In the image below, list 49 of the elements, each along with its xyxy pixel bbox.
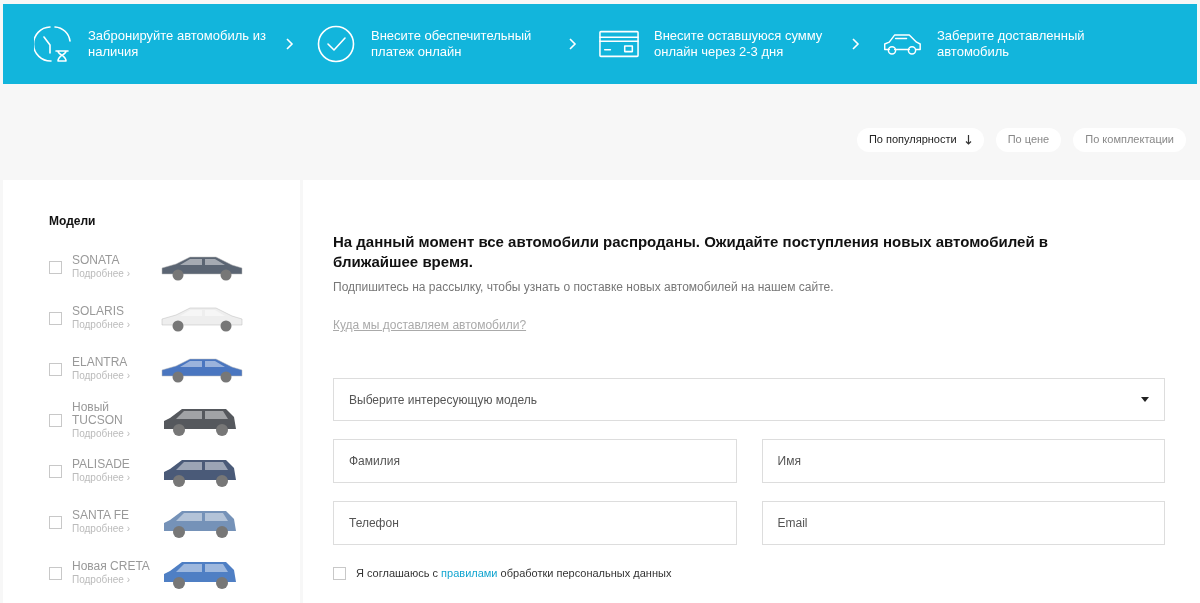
consent-text: Я соглашаюсь с правилами обработки персональных данных [356, 566, 672, 581]
details-link[interactable]: Подробнее › [72, 573, 160, 587]
model-checkbox[interactable] [49, 516, 62, 529]
details-link[interactable]: Подробнее › [72, 471, 160, 485]
model-name: SONATA [72, 254, 121, 267]
model-name: SANTA FE [72, 509, 131, 522]
arrow-down-icon [964, 134, 972, 145]
input-field[interactable]: Имя [761, 439, 1165, 483]
chevron-right-icon [286, 38, 294, 50]
step-text: Заберите доставленный автомобиль [937, 28, 1086, 60]
details-link[interactable]: Подробнее › [72, 426, 160, 441]
details-link[interactable]: Подробнее › [72, 369, 160, 383]
model-name: PALISADE [72, 458, 131, 471]
subtitle: Подпишитесь на рассылку, чтобы узнать о поставке новых автомобилей на нашем сайте. [333, 279, 835, 296]
chevron-right-icon [852, 38, 860, 50]
step-text: Внесите обеспечительный платеж онлайн [371, 28, 533, 60]
model-checkbox[interactable] [49, 312, 62, 325]
model-name: Новая CRETA [72, 560, 151, 573]
card-icon [599, 30, 639, 58]
rules-link[interactable]: правилами [441, 567, 498, 579]
model-checkbox[interactable] [49, 414, 62, 427]
model-checkbox[interactable] [49, 363, 62, 376]
caret-down-icon [1141, 397, 1149, 402]
model-name: SOLARIS [72, 305, 126, 318]
check-circle-icon [317, 25, 355, 63]
details-link[interactable]: Подробнее › [72, 267, 160, 281]
step-text: Забронируйте автомобиль из наличия [88, 28, 267, 60]
input-field[interactable]: Фамилия [333, 439, 737, 483]
model-select[interactable]: Выберите интересующую модель [333, 378, 1165, 421]
sort-tab[interactable]: По цене [995, 127, 1062, 152]
input-field[interactable]: Email [761, 501, 1165, 545]
sort-tab[interactable]: По комплектации [1073, 127, 1186, 152]
heading: На данный момент все автомобили распроданы. Ожидайте поступления новых автомобилей в ближайшее время. [333, 232, 1050, 272]
chevron-right-icon [569, 38, 577, 50]
sort-tab[interactable]: По популярности [856, 127, 984, 152]
model-name: Новый TUCSON [72, 400, 124, 427]
input-field[interactable]: Телефон [333, 501, 737, 545]
car-icon [882, 31, 922, 57]
details-link[interactable]: Подробнее › [72, 318, 160, 332]
model-name: ELANTRA [72, 356, 129, 369]
model-checkbox[interactable] [49, 465, 62, 478]
step-text: Внесите оставшуюся сумму онлайн через 2-3 дня [654, 28, 824, 60]
model-checkbox[interactable] [49, 567, 62, 580]
model-checkbox[interactable] [49, 261, 62, 274]
sidebar-title: Модели [49, 213, 97, 230]
details-link[interactable]: Подробнее › [72, 522, 160, 536]
delivery-link[interactable]: Куда мы доставляем автомобили? [333, 316, 527, 334]
clock-hourglass-icon [34, 25, 72, 63]
consent-checkbox[interactable] [333, 566, 346, 580]
